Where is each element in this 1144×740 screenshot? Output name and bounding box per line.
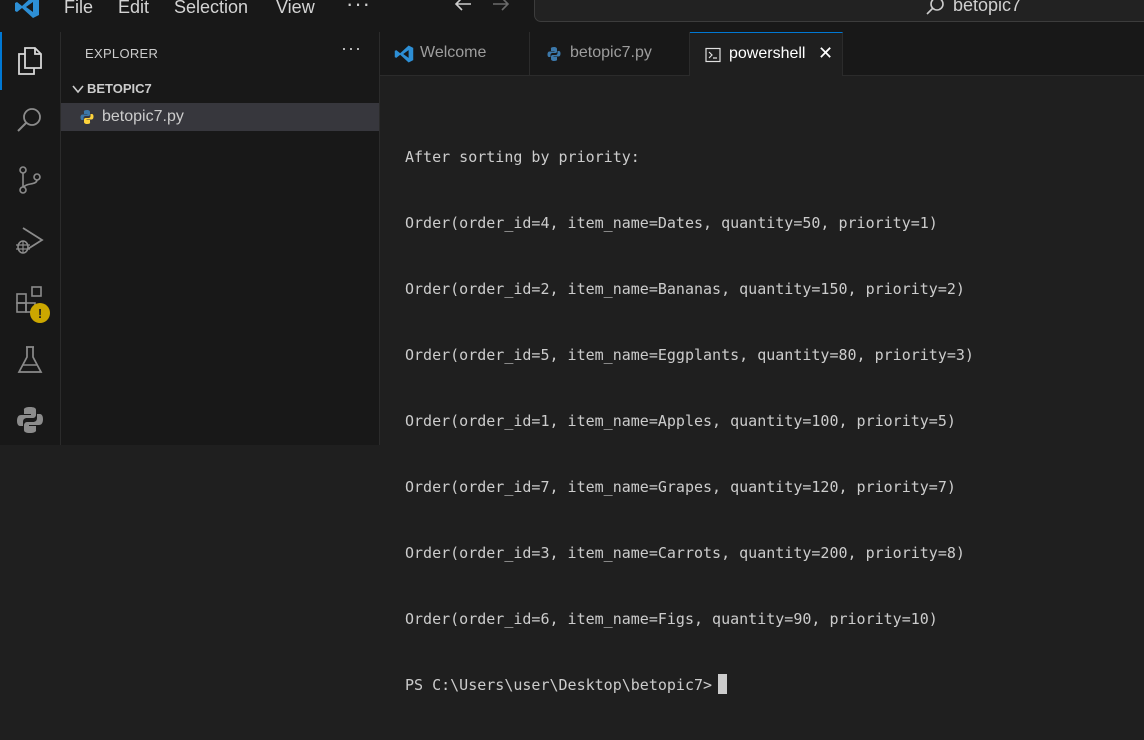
tab-label-powershell: powershell (729, 45, 806, 62)
tab-powershell[interactable]: powershell ✕ (690, 32, 843, 76)
menu-edit[interactable]: Edit (118, 0, 149, 20)
close-icon[interactable]: ✕ (818, 43, 833, 64)
file-item-betopic7[interactable]: betopic7.py (61, 103, 379, 131)
terminal-line: Order(order_id=4, item_name=Dates, quant… (405, 214, 938, 232)
explorer-title: EXPLORER (85, 46, 159, 61)
tab-welcome[interactable]: Welcome (380, 32, 530, 75)
terminal-icon (705, 47, 721, 63)
tab-bar: Welcome betopic7.py powershell ✕ (380, 32, 1144, 76)
terminal-line: Order(order_id=1, item_name=Apples, quan… (405, 412, 956, 430)
tab-betopic7[interactable]: betopic7.py (530, 32, 690, 75)
python-icon[interactable] (14, 404, 46, 436)
source-control-icon[interactable] (14, 164, 46, 196)
menu-file[interactable]: File (64, 0, 93, 20)
explorer-sidebar: EXPLORER ··· BETOPIC7 betopic7.py (61, 32, 380, 445)
python-file-icon (547, 47, 561, 61)
terminal-prompt: PS C:\Users\user\Desktop\betopic7> (405, 676, 713, 694)
terminal-line: Order(order_id=6, item_name=Figs, quanti… (405, 610, 938, 628)
menu-view[interactable]: View (276, 0, 315, 20)
vscode-logo-icon (15, 0, 39, 18)
terminal-line: Order(order_id=5, item_name=Eggplants, q… (405, 346, 974, 364)
back-arrow-icon[interactable] (452, 0, 474, 15)
explorer-icon[interactable] (14, 44, 46, 76)
file-label: betopic7.py (102, 108, 184, 125)
testing-icon[interactable] (14, 344, 46, 376)
search-icon (926, 0, 944, 15)
activity-bar: ! (0, 32, 61, 445)
tab-label-betopic7: betopic7.py (570, 44, 652, 61)
warning-badge: ! (30, 303, 50, 323)
menu-more-button[interactable]: ··· (346, 0, 371, 17)
vscode-icon (394, 45, 414, 63)
terminal-line: Order(order_id=2, item_name=Bananas, qua… (405, 280, 965, 298)
explorer-more-button[interactable]: ··· (341, 38, 362, 59)
terminal-prompt-line[interactable]: PS C:\Users\user\Desktop\betopic7> (405, 674, 974, 696)
title-bar: File Edit Selection View ··· betopic7 (0, 0, 1144, 32)
python-file-icon (80, 110, 94, 124)
forward-arrow-icon[interactable] (490, 0, 512, 15)
run-debug-icon[interactable] (14, 224, 46, 256)
folder-label: BETOPIC7 (87, 81, 152, 96)
command-center-label: betopic7 (953, 0, 1022, 15)
chevron-down-icon (72, 85, 84, 94)
search-icon[interactable] (14, 104, 46, 136)
folder-row[interactable]: BETOPIC7 (61, 78, 379, 100)
command-center[interactable] (534, 0, 1144, 22)
menu-selection[interactable]: Selection (174, 0, 248, 20)
terminal-line: Order(order_id=7, item_name=Grapes, quan… (405, 478, 956, 496)
terminal-line: Order(order_id=3, item_name=Carrots, qua… (405, 544, 965, 562)
terminal-output: After sorting by priority: Order(order_i… (405, 102, 974, 740)
terminal-cursor (718, 674, 728, 694)
tab-label-welcome: Welcome (420, 44, 487, 61)
terminal-line: After sorting by priority: (405, 148, 640, 166)
terminal-panel[interactable]: After sorting by priority: Order(order_i… (380, 76, 1144, 694)
active-indicator (0, 32, 2, 90)
